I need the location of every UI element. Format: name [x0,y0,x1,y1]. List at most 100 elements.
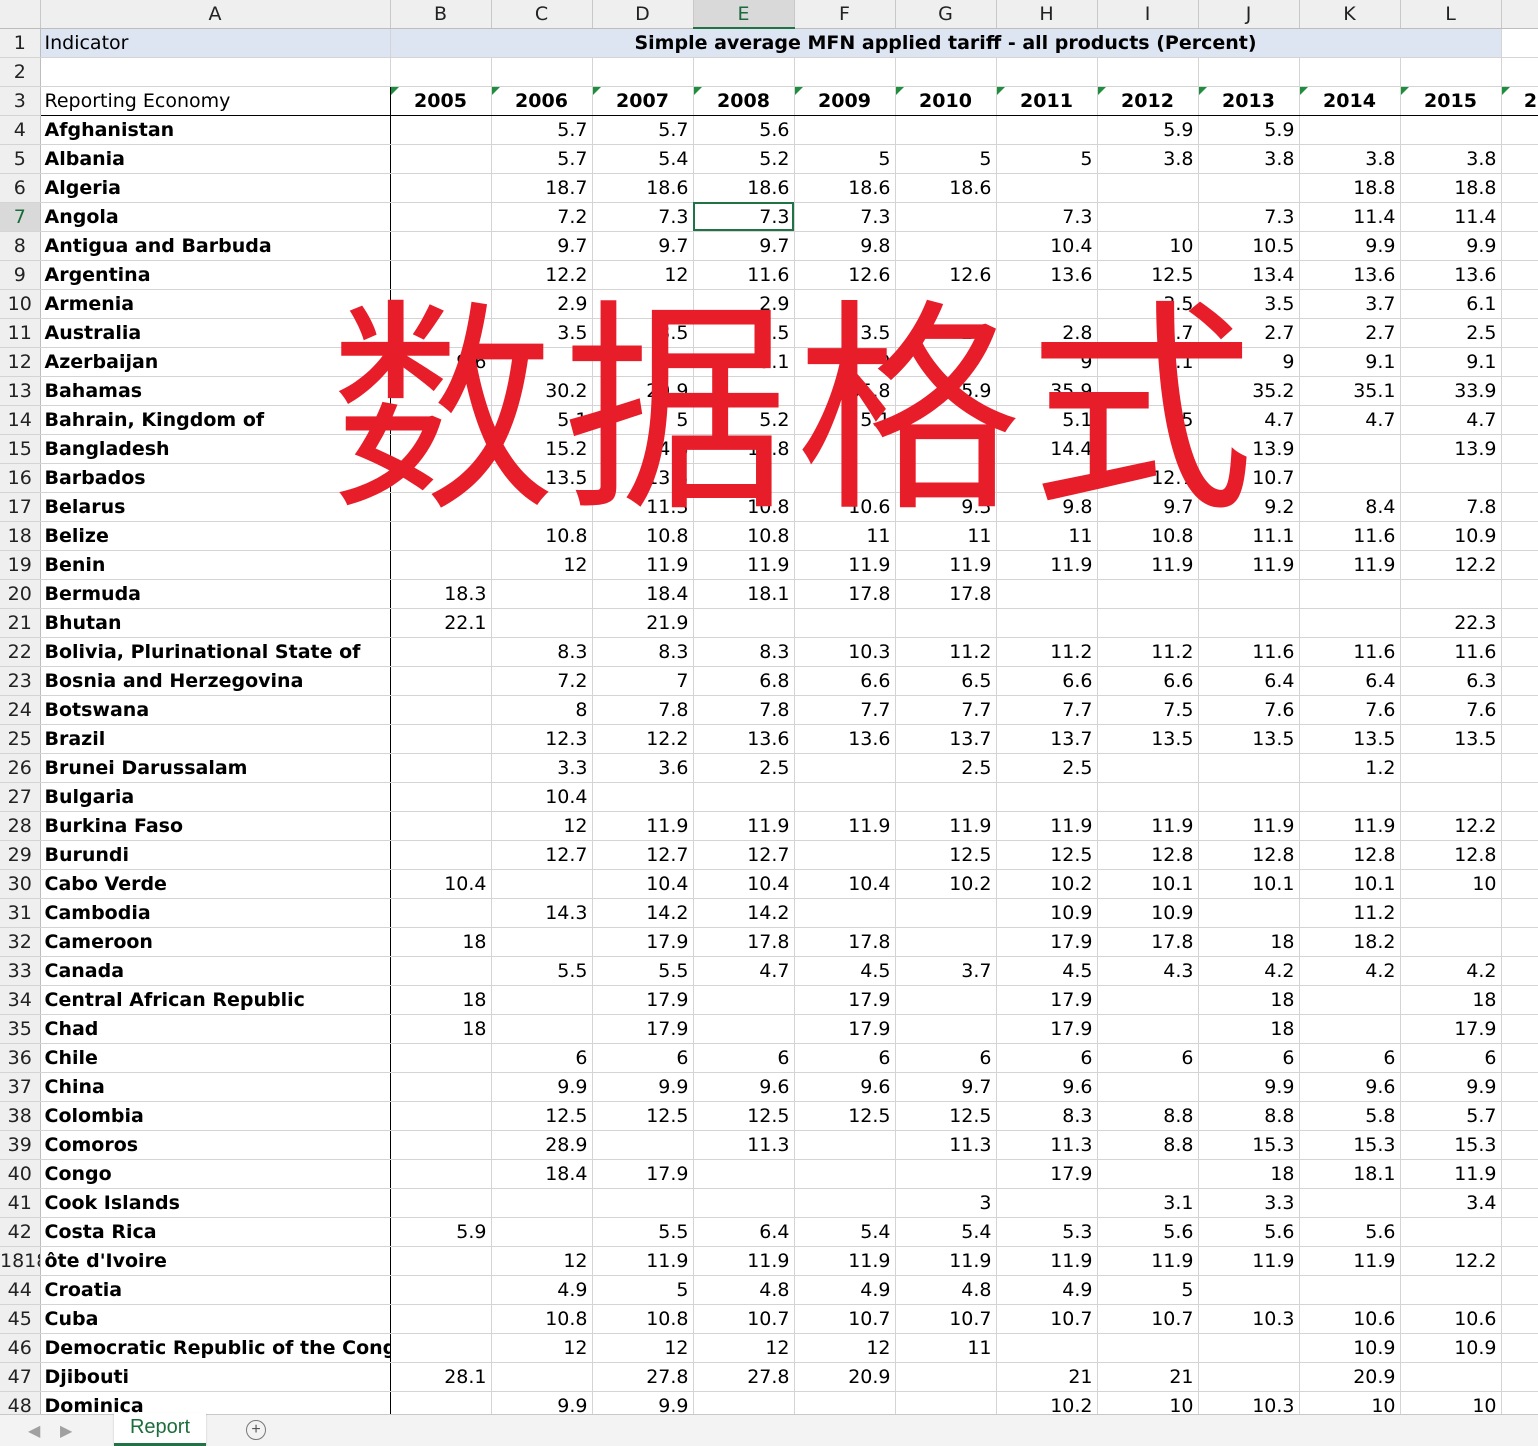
value-cell[interactable]: 17.8 [794,927,896,957]
value-cell[interactable] [996,289,1098,319]
value-cell[interactable] [390,637,492,667]
prev-sheet-icon[interactable]: ◀ [28,1421,40,1441]
cell[interactable] [996,57,1098,87]
value-cell[interactable]: 12.2 [1400,550,1502,580]
country-cell[interactable]: Djibouti [40,1362,391,1392]
value-cell[interactable] [390,173,492,203]
value-cell[interactable]: 8.3 [592,637,694,667]
value-cell[interactable]: 11.9 [592,811,694,841]
value-cell[interactable] [1400,1275,1502,1305]
value-cell[interactable]: 29.9 [592,376,694,406]
row-number[interactable]: 1 [0,28,41,58]
value-cell[interactable]: 12.7 [693,840,795,870]
value-cell[interactable]: 18.1 [693,579,795,609]
value-cell[interactable]: 6 [1400,1043,1502,1073]
value-cell[interactable]: 2.5 [1400,318,1502,348]
cell[interactable] [1501,492,1538,522]
value-cell[interactable]: 5.1 [794,405,896,435]
cell[interactable] [1501,1391,1538,1414]
value-cell[interactable]: 18.6 [794,173,896,203]
value-cell[interactable]: 3.1 [1097,1188,1199,1218]
value-cell[interactable]: 13.6 [1400,260,1502,290]
value-cell[interactable]: 5.6 [693,115,795,145]
value-cell[interactable]: 12.5 [1097,260,1199,290]
value-cell[interactable]: 22.3 [1400,608,1502,638]
value-cell[interactable] [390,231,492,261]
row-number[interactable]: 45 [0,1304,41,1334]
value-cell[interactable]: 8.3 [693,637,795,667]
row-number[interactable]: 4 [0,115,41,145]
value-cell[interactable] [592,289,694,319]
row-number[interactable]: 8 [0,231,41,261]
value-cell[interactable] [1097,434,1199,464]
value-cell[interactable]: 11.3 [693,1130,795,1160]
value-cell[interactable]: 10.8 [491,1304,593,1334]
cell[interactable] [1501,318,1538,348]
value-cell[interactable] [693,1188,795,1218]
cell[interactable] [1501,1014,1538,1044]
value-cell[interactable]: 18 [390,927,492,957]
cell[interactable] [1501,1159,1538,1189]
country-cell[interactable]: Albania [40,144,391,174]
value-cell[interactable]: 20.9 [1299,1362,1401,1392]
value-cell[interactable]: 14.8 [693,434,795,464]
value-cell[interactable]: 13.5 [1400,724,1502,754]
value-cell[interactable] [491,1362,593,1392]
value-cell[interactable]: 7.6 [1198,695,1300,725]
value-cell[interactable]: 13.7 [996,724,1098,754]
value-cell[interactable]: 4.7 [1198,405,1300,435]
value-cell[interactable]: 5.6 [1299,1217,1401,1247]
value-cell[interactable] [390,434,492,464]
value-cell[interactable]: 17.9 [996,1159,1098,1189]
value-cell[interactable]: 7.7 [895,695,997,725]
year-header-cell[interactable]: 2011 [996,86,1098,116]
value-cell[interactable]: 17.9 [1400,1014,1502,1044]
value-cell[interactable] [794,115,896,145]
value-cell[interactable]: 30.2 [491,376,593,406]
value-cell[interactable]: 11 [895,1333,997,1363]
cell[interactable] [1501,956,1538,986]
value-cell[interactable]: 12.8 [1299,840,1401,870]
value-cell[interactable]: 10.9 [996,898,1098,928]
value-cell[interactable]: 6 [1198,1043,1300,1073]
value-cell[interactable] [794,753,896,783]
value-cell[interactable] [895,289,997,319]
value-cell[interactable]: 2.5 [895,753,997,783]
value-cell[interactable]: 1.2 [1299,753,1401,783]
value-cell[interactable]: 11.9 [1097,550,1199,580]
year-header-cell[interactable]: 2010 [895,86,997,116]
row-number[interactable]: 2 [0,57,41,87]
value-cell[interactable] [592,1188,694,1218]
value-cell[interactable]: 10.1 [1299,869,1401,899]
value-cell[interactable] [390,1043,492,1073]
value-cell[interactable] [996,463,1098,493]
cell[interactable] [1097,57,1199,87]
value-cell[interactable]: 4.7 [1400,405,1502,435]
cell[interactable] [1501,405,1538,435]
value-cell[interactable]: 10.4 [996,231,1098,261]
cell[interactable] [1501,927,1538,957]
country-cell[interactable]: Bangladesh [40,434,391,464]
value-cell[interactable]: 17.9 [794,1014,896,1044]
row-number[interactable]: 23 [0,666,41,696]
cell[interactable] [1501,1333,1538,1363]
value-cell[interactable]: 9.7 [895,1072,997,1102]
cell[interactable] [1501,260,1538,290]
value-cell[interactable] [390,1333,492,1363]
value-cell[interactable]: 13.5 [1299,724,1401,754]
cell[interactable] [1501,1275,1538,1305]
cell[interactable] [1501,463,1538,493]
value-cell[interactable]: 22.1 [390,608,492,638]
value-cell[interactable] [895,202,997,232]
value-cell[interactable]: 5.7 [491,144,593,174]
country-cell[interactable]: ôte d'Ivoire [40,1246,391,1276]
country-cell[interactable]: Armenia [40,289,391,319]
value-cell[interactable]: 2.8 [996,318,1098,348]
value-cell[interactable]: 17.9 [996,927,1098,957]
value-cell[interactable]: 7.2 [491,202,593,232]
value-cell[interactable]: 11.2 [996,637,1098,667]
value-cell[interactable] [592,782,694,812]
row-number[interactable]: 5 [0,144,41,174]
value-cell[interactable]: 10.7 [1097,1304,1199,1334]
value-cell[interactable] [1299,434,1401,464]
